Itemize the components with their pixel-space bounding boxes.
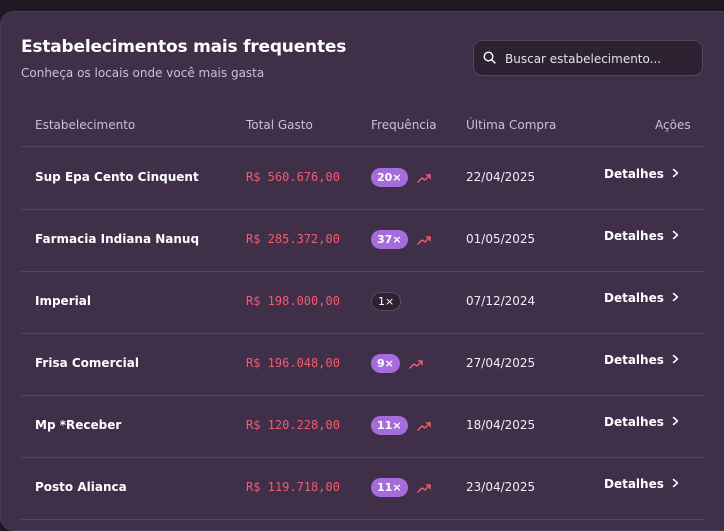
establishment-name: Frisa Comercial (35, 356, 139, 370)
search-box[interactable] (473, 40, 703, 76)
column-header-last-purchase: Última Compra (466, 118, 557, 132)
search-input[interactable] (503, 47, 697, 71)
card-title: Estabelecimentos mais frequentes (21, 37, 347, 57)
details-label: Detalhes (604, 167, 664, 181)
trending-up-icon (416, 478, 432, 497)
last-purchase-date: 27/04/2025 (466, 356, 536, 370)
details-label: Detalhes (604, 415, 664, 429)
last-purchase-date: 07/12/2024 (466, 294, 536, 308)
frequency-cell: 1× (371, 292, 402, 311)
details-button[interactable]: Detalhes (604, 167, 679, 181)
card-subtitle: Conheça os locais onde você mais gasta (21, 66, 265, 80)
details-label: Detalhes (604, 291, 664, 305)
establishment-name: Imperial (35, 294, 91, 308)
chevron-right-icon (672, 291, 679, 305)
table-row[interactable]: Sup Epa Cento Cinquent R$ 560.676,00 20× 22… (21, 147, 704, 210)
last-purchase-date: 23/04/2025 (466, 480, 536, 494)
chevron-right-icon (672, 353, 679, 367)
column-header-actions: Ações (655, 118, 691, 132)
total-spent: R$ 119.718,00 (246, 480, 340, 494)
table-header: Estabelecimento Total Gasto Frequência Ú… (21, 108, 704, 147)
chevron-right-icon (672, 477, 679, 491)
chevron-right-icon (672, 415, 679, 429)
table-row[interactable]: Imperial R$ 198.000,00 1× 07/12/2024 Detalhe… (21, 271, 704, 334)
frequency-badge: 1× (371, 292, 402, 311)
last-purchase-date: 18/04/2025 (466, 418, 536, 432)
details-label: Detalhes (604, 477, 664, 491)
details-button[interactable]: Detalhes (604, 291, 679, 305)
establishment-name: Mp *Receber (35, 418, 122, 432)
frequency-cell: 9× (371, 354, 424, 373)
chevron-right-icon (672, 229, 679, 243)
details-label: Detalhes (604, 229, 664, 243)
table-row[interactable]: Mp *Receber R$ 120.228,00 11× 18/04/2025 Det… (21, 395, 704, 458)
table-row[interactable]: Frisa Comercial R$ 196.048,00 9× 27/04/2025… (21, 333, 704, 396)
total-spent: R$ 198.000,00 (246, 294, 340, 308)
details-button[interactable]: Detalhes (604, 477, 679, 491)
frequency-cell: 20× (371, 168, 432, 187)
frequency-badge: 9× (371, 354, 400, 373)
frequency-badge: 11× (371, 416, 408, 435)
establishment-name: Sup Epa Cento Cinquent (35, 170, 199, 184)
details-label: Detalhes (604, 353, 664, 367)
frequency-badge: 20× (371, 168, 408, 187)
column-header-frequency: Frequência (371, 118, 437, 132)
chevron-right-icon (672, 167, 679, 181)
column-header-total: Total Gasto (246, 118, 313, 132)
total-spent: R$ 120.228,00 (246, 418, 340, 432)
total-spent: R$ 196.048,00 (246, 356, 340, 370)
frequency-cell: 11× (371, 478, 432, 497)
frequency-cell: 37× (371, 230, 432, 249)
frequency-cell: 11× (371, 416, 432, 435)
table-row[interactable]: Farmacia Indiana Nanuq R$ 285.372,00 37× 01… (21, 209, 704, 272)
details-button[interactable]: Detalhes (604, 415, 679, 429)
total-spent: R$ 560.676,00 (246, 170, 340, 184)
table-row[interactable]: Posto Alianca R$ 119.718,00 11× 23/04/2025 D… (21, 457, 704, 520)
total-spent: R$ 285.372,00 (246, 232, 340, 246)
details-button[interactable]: Detalhes (604, 229, 679, 243)
frequency-badge: 11× (371, 478, 408, 497)
trending-up-icon (409, 354, 424, 373)
details-button[interactable]: Detalhes (604, 353, 679, 367)
establishment-name: Farmacia Indiana Nanuq (35, 232, 200, 246)
trending-up-icon (416, 168, 432, 187)
establishment-name: Posto Alianca (35, 480, 127, 494)
trending-up-icon (416, 230, 432, 249)
column-header-establishment: Estabelecimento (35, 118, 136, 132)
last-purchase-date: 22/04/2025 (466, 170, 536, 184)
trending-up-icon (416, 416, 432, 435)
last-purchase-date: 01/05/2025 (466, 232, 536, 246)
frequency-badge: 37× (371, 230, 408, 249)
search-icon (483, 51, 496, 64)
